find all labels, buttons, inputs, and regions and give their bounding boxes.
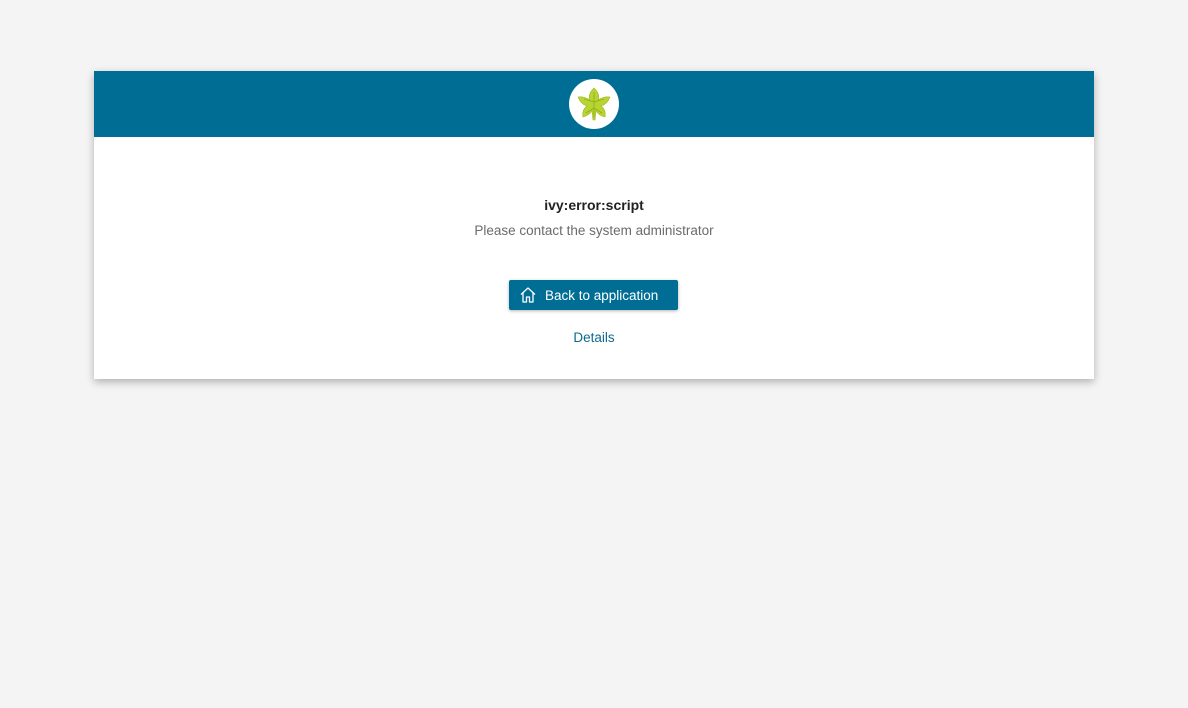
back-to-application-button[interactable]: Back to application [509, 280, 678, 310]
error-card: ivy:error:script Please contact the syst… [94, 71, 1094, 379]
ivy-leaf-icon [574, 84, 614, 124]
home-icon [519, 286, 537, 304]
details-link[interactable]: Details [573, 330, 614, 345]
card-header [94, 71, 1094, 137]
back-button-label: Back to application [545, 287, 659, 303]
details-link-row: Details [94, 330, 1094, 345]
logo [569, 79, 619, 129]
error-message: Please contact the system administrator [474, 223, 714, 238]
error-title: ivy:error:script [544, 197, 644, 213]
